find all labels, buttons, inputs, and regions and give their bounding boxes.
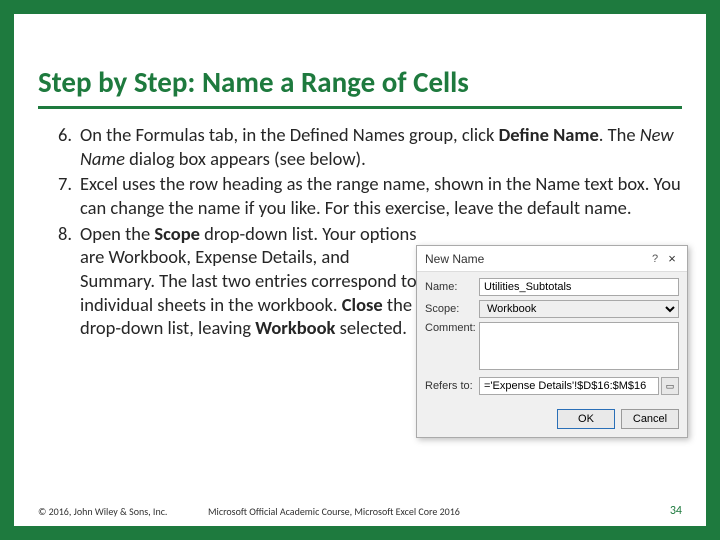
slide-body: 6. On the Formulas tab, in the Defined N… <box>38 123 682 340</box>
scope-select[interactable]: Workbook <box>479 300 679 318</box>
step-number: 6. <box>44 123 72 147</box>
step-number: 8. <box>44 222 72 246</box>
ok-button[interactable]: OK <box>557 409 615 429</box>
footer-course: Microsoft Official Academic Course, Micr… <box>208 505 642 518</box>
step-text: Excel uses the row heading as the range … <box>80 172 681 219</box>
name-label: Name: <box>425 281 479 293</box>
footer-copyright: © 2016, John Wiley & Sons, Inc. <box>38 505 208 518</box>
refers-label: Refers to: <box>425 380 479 392</box>
scope-row: Scope: Workbook <box>425 300 679 318</box>
dialog-body: Name: Scope: Workbook Comment: R <box>417 272 687 405</box>
scope-label: Scope: <box>425 303 479 315</box>
step-text: On the Formulas tab, in the Defined Name… <box>80 123 674 170</box>
dialog-title-text: New Name <box>425 252 647 266</box>
refers-input[interactable] <box>479 377 659 395</box>
dialog-button-row: OK Cancel <box>417 405 687 437</box>
step-number: 7. <box>44 172 72 196</box>
slide-title: Step by Step: Name a Range of Cells <box>38 30 682 109</box>
comment-textarea[interactable] <box>479 322 679 370</box>
cancel-button[interactable]: Cancel <box>621 409 679 429</box>
dialog-titlebar[interactable]: New Name ? × <box>417 246 687 272</box>
comment-label: Comment: <box>425 322 479 334</box>
refers-row: Refers to: ▭ <box>425 377 679 395</box>
name-row: Name: <box>425 278 679 296</box>
step-6: 6. On the Formulas tab, in the Defined N… <box>38 123 682 170</box>
page-number: 34 <box>642 504 682 518</box>
help-icon[interactable]: ? <box>647 253 663 265</box>
slide-footer: © 2016, John Wiley & Sons, Inc. Microsof… <box>38 504 682 518</box>
slide: Step by Step: Name a Range of Cells 6. O… <box>14 14 706 526</box>
step-7: 7. Excel uses the row heading as the ran… <box>38 172 682 219</box>
step-text: Open the Scope drop-down list. Your opti… <box>80 222 420 340</box>
new-name-dialog: New Name ? × Name: Scope: Workbook <box>416 245 688 438</box>
name-input[interactable] <box>479 278 679 296</box>
comment-row: Comment: <box>425 322 679 373</box>
range-picker-icon[interactable]: ▭ <box>661 377 679 395</box>
close-icon[interactable]: × <box>663 251 681 266</box>
